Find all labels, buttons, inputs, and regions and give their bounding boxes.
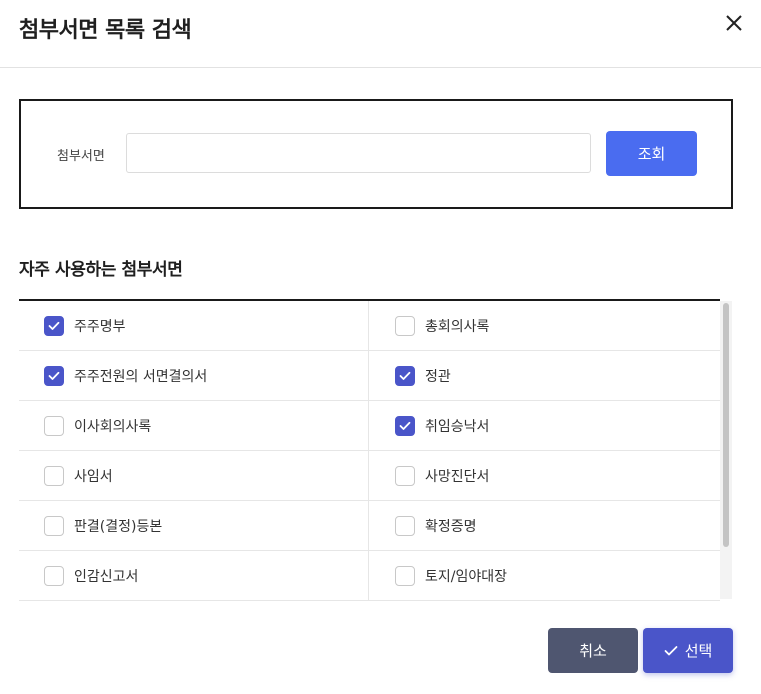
list-item[interactable]: 판결(결정)등본 <box>19 501 369 550</box>
item-label: 판결(결정)등본 <box>74 518 163 535</box>
dialog-header: 첨부서면 목록 검색 <box>0 0 761 68</box>
list-row: 주주명부 총회의사록 <box>19 301 720 351</box>
list-item[interactable]: 정관 <box>370 351 720 400</box>
list-item[interactable]: 총회의사록 <box>370 301 720 350</box>
item-checkbox[interactable] <box>44 565 64 586</box>
list-item[interactable]: 토지/임야대장 <box>370 551 720 600</box>
list-item[interactable]: 취임승낙서 <box>370 401 720 450</box>
list-row: 판결(결정)등본 확정증명 <box>19 501 720 551</box>
list-item[interactable]: 이사회의사록 <box>19 401 369 450</box>
item-checkbox[interactable] <box>395 465 415 486</box>
item-checkbox[interactable] <box>395 365 415 386</box>
list-item[interactable]: 사망진단서 <box>370 451 720 500</box>
item-label: 사임서 <box>74 468 113 485</box>
item-label: 취임승낙서 <box>425 418 490 435</box>
list-item[interactable]: 주주명부 <box>19 301 369 350</box>
dialog-title: 첨부서면 목록 검색 <box>19 18 192 43</box>
checkmark-icon <box>48 321 60 330</box>
list-item[interactable]: 확정증명 <box>370 501 720 550</box>
item-checkbox[interactable] <box>395 515 415 536</box>
list-row: 이사회의사록 취임승낙서 <box>19 401 720 451</box>
search-input[interactable] <box>126 133 591 173</box>
attachment-search-dialog: 첨부서면 목록 검색 첨부서면 조회 자주 사용하는 첨부서면 주주명부 총회의사… <box>0 0 761 694</box>
attachments-grid: 주주명부 총회의사록주주전원의 서면결의서 정관이사회의사록 취임승낙서사임서 사망진단… <box>19 301 720 601</box>
search-panel: 첨부서면 조회 <box>19 99 733 209</box>
list-row: 사임서 사망진단서 <box>19 451 720 501</box>
item-checkbox[interactable] <box>395 415 415 436</box>
list-item[interactable]: 사임서 <box>19 451 369 500</box>
search-button[interactable]: 조회 <box>606 131 697 176</box>
item-checkbox[interactable] <box>44 365 64 386</box>
section-title: 자주 사용하는 첨부서면 <box>19 260 183 280</box>
item-label: 주주전원의 서면결의서 <box>74 368 208 385</box>
item-checkbox[interactable] <box>44 415 64 436</box>
select-button-label: 선택 <box>684 642 713 660</box>
item-label: 토지/임야대장 <box>425 568 507 585</box>
scrollbar-thumb[interactable] <box>723 303 729 547</box>
list-scrollbar[interactable] <box>720 301 732 599</box>
item-checkbox[interactable] <box>395 315 415 336</box>
item-label: 정관 <box>425 368 451 385</box>
item-checkbox[interactable] <box>44 465 64 486</box>
select-button[interactable]: 선택 <box>643 628 733 673</box>
item-label: 확정증명 <box>425 518 477 535</box>
checkmark-icon <box>48 371 60 380</box>
item-checkbox[interactable] <box>395 565 415 586</box>
search-label: 첨부서면 <box>57 149 105 164</box>
checkmark-icon <box>399 421 411 430</box>
frequent-attachments-list: 주주명부 총회의사록주주전원의 서면결의서 정관이사회의사록 취임승낙서사임서 사망진단… <box>19 299 720 601</box>
list-row: 주주전원의 서면결의서 정관 <box>19 351 720 401</box>
item-label: 총회의사록 <box>425 318 490 335</box>
list-item[interactable]: 인감신고서 <box>19 551 369 600</box>
check-icon <box>664 645 678 657</box>
close-button[interactable] <box>720 9 748 37</box>
item-label: 주주명부 <box>74 318 126 335</box>
checkmark-icon <box>399 371 411 380</box>
item-label: 사망진단서 <box>425 468 490 485</box>
cancel-button[interactable]: 취소 <box>548 628 638 673</box>
item-checkbox[interactable] <box>44 515 64 536</box>
close-icon <box>726 15 742 31</box>
item-label: 이사회의사록 <box>74 418 152 435</box>
item-label: 인감신고서 <box>74 568 139 585</box>
item-checkbox[interactable] <box>44 315 64 336</box>
list-row: 인감신고서 토지/임야대장 <box>19 551 720 601</box>
list-item[interactable]: 주주전원의 서면결의서 <box>19 351 369 400</box>
